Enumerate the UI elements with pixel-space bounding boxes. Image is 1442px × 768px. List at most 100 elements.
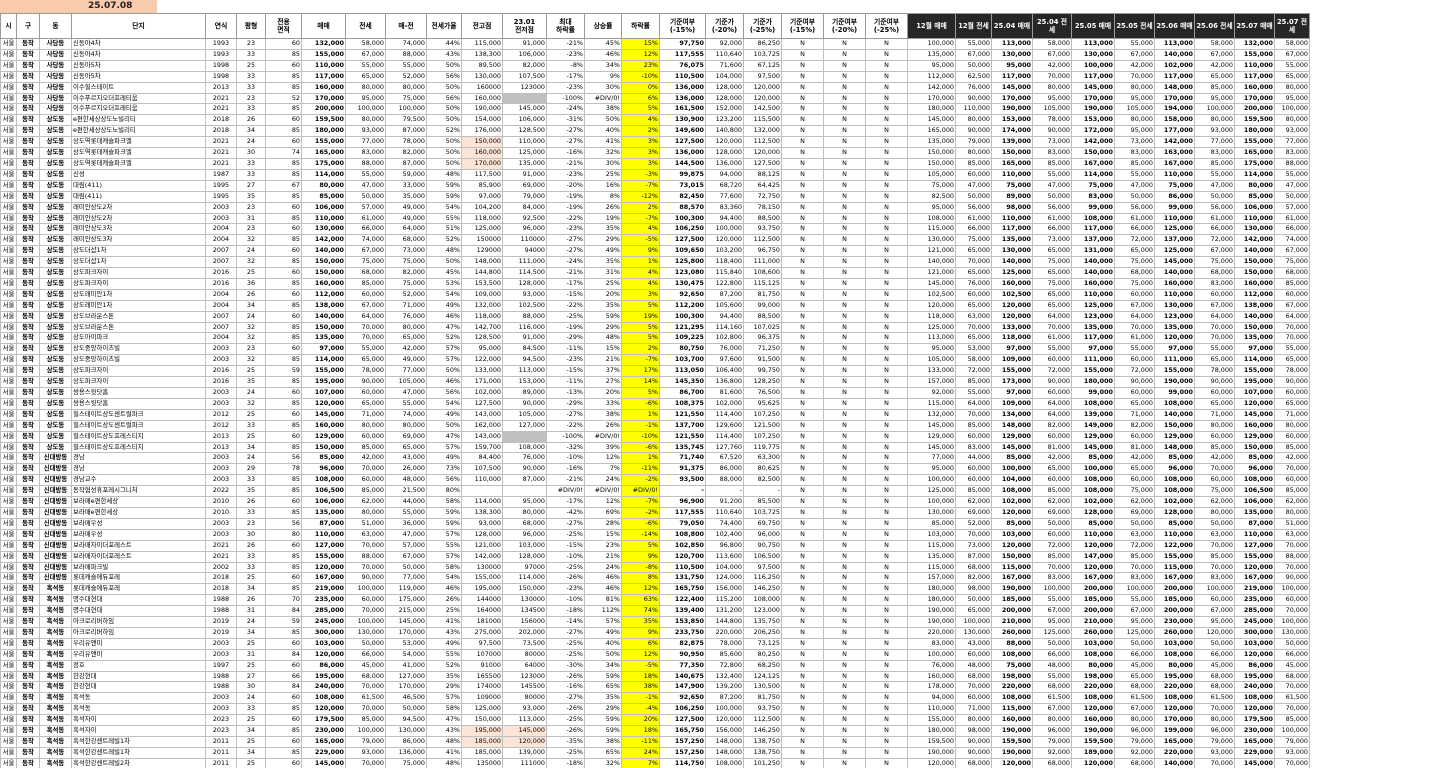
table-cell[interactable]: 128,000: [1154, 506, 1195, 519]
table-cell[interactable]: N: [823, 212, 866, 225]
table-cell[interactable]: 65,000: [955, 267, 992, 279]
table-cell[interactable]: 61,500: [1032, 692, 1072, 705]
table-cell[interactable]: -25%: [546, 310, 585, 323]
table-cell[interactable]: 132,400: [705, 670, 744, 683]
table-cell[interactable]: 57%: [426, 343, 462, 356]
table-cell[interactable]: 80,625: [743, 463, 782, 476]
table-cell[interactable]: 220,000: [1154, 681, 1195, 694]
table-cell[interactable]: 6%: [621, 92, 660, 105]
table-cell[interactable]: 121,550: [659, 430, 706, 443]
table-cell[interactable]: 27: [236, 670, 266, 683]
table-cell[interactable]: 69%: [584, 506, 622, 519]
table-cell[interactable]: 한강현대: [71, 670, 206, 683]
table-cell[interactable]: 124,125: [743, 670, 782, 683]
table-cell[interactable]: 165,000: [301, 736, 346, 748]
table-cell[interactable]: N: [781, 332, 824, 345]
table-cell[interactable]: 서울: [0, 256, 17, 269]
table-cell[interactable]: 84: [265, 605, 302, 618]
table-cell[interactable]: 108,000: [301, 474, 346, 487]
table-cell[interactable]: 70,000: [1194, 561, 1235, 574]
table-cell[interactable]: 사당동: [39, 59, 72, 72]
table-cell[interactable]: 85: [265, 550, 302, 563]
table-cell[interactable]: 140,000: [1071, 267, 1115, 279]
table-cell[interactable]: 힐스테이트상도프레스티지: [71, 430, 206, 443]
table-cell[interactable]: 동작: [16, 147, 40, 159]
table-cell[interactable]: 153,850: [659, 616, 706, 628]
column-header[interactable]: 매매: [301, 13, 346, 39]
table-cell[interactable]: 75,000: [1114, 256, 1155, 269]
table-cell[interactable]: 2012: [205, 408, 237, 421]
table-cell[interactable]: 170,000: [991, 92, 1033, 105]
table-cell[interactable]: 32: [236, 354, 266, 367]
table-cell[interactable]: 112,000: [301, 288, 346, 301]
table-cell[interactable]: N: [865, 681, 908, 694]
table-cell[interactable]: 109,000: [991, 397, 1033, 410]
column-header[interactable]: 기준여부 (-25%): [865, 13, 908, 39]
column-header[interactable]: 기준여부 (-20%): [823, 13, 866, 39]
table-cell[interactable]: 55,000: [345, 59, 386, 72]
table-cell[interactable]: 85,000: [1114, 550, 1155, 563]
table-cell[interactable]: 상도동: [39, 387, 72, 399]
table-cell[interactable]: 서울: [0, 354, 17, 367]
table-cell[interactable]: 103,000: [1071, 637, 1115, 650]
table-cell[interactable]: 108,000: [1071, 474, 1115, 487]
table-cell[interactable]: -26%: [546, 670, 585, 683]
table-cell[interactable]: 79,000: [1274, 736, 1310, 748]
table-cell[interactable]: 2013: [205, 430, 237, 443]
table-cell[interactable]: 31%: [584, 267, 622, 279]
table-cell[interactable]: 85: [265, 125, 302, 138]
table-cell[interactable]: 동작: [16, 223, 40, 236]
table-cell[interactable]: 229,000: [301, 746, 346, 759]
table-cell[interactable]: 100,000: [1194, 583, 1235, 596]
column-header[interactable]: 기준여부 (-15%): [781, 13, 824, 39]
table-cell[interactable]: 33: [236, 70, 266, 83]
table-cell[interactable]: 70,000: [1274, 561, 1310, 574]
table-cell[interactable]: 100,000: [907, 38, 956, 50]
table-cell[interactable]: N: [865, 583, 908, 596]
table-cell[interactable]: 87,000: [301, 517, 346, 530]
table-cell[interactable]: 75,000: [991, 179, 1033, 192]
table-cell[interactable]: 98,000: [955, 583, 992, 596]
table-cell[interactable]: 85,000: [1154, 452, 1195, 465]
table-cell[interactable]: 19%: [621, 310, 660, 323]
table-cell[interactable]: 43,000: [385, 452, 427, 465]
table-cell[interactable]: 165,000: [301, 147, 346, 159]
table-cell[interactable]: 145,000: [991, 81, 1033, 94]
table-cell[interactable]: 202,000: [502, 626, 547, 639]
table-cell[interactable]: N: [823, 103, 866, 116]
table-cell[interactable]: 97,500: [461, 637, 503, 650]
table-cell[interactable]: 56%: [426, 387, 462, 399]
table-cell[interactable]: 91,000: [502, 38, 547, 50]
table-cell[interactable]: 165,000: [1154, 736, 1195, 748]
table-cell[interactable]: 서울: [0, 714, 17, 727]
table-cell[interactable]: 80,000: [955, 714, 992, 727]
table-cell[interactable]: 동작: [16, 38, 40, 50]
table-cell[interactable]: 59: [265, 616, 302, 628]
table-cell[interactable]: 63,000: [1194, 528, 1235, 541]
table-cell[interactable]: 서울: [0, 397, 17, 410]
table-cell[interactable]: 33: [236, 561, 266, 574]
table-cell[interactable]: 60,000: [955, 692, 992, 705]
table-cell[interactable]: 127,000: [1234, 539, 1275, 552]
table-cell[interactable]: 145,000: [991, 441, 1033, 454]
table-cell[interactable]: 155,000: [1234, 136, 1275, 149]
table-cell[interactable]: -26%: [546, 572, 585, 585]
table-cell[interactable]: 보라매e편한세상: [71, 506, 206, 519]
table-cell[interactable]: 160,000: [461, 92, 503, 105]
table-cell[interactable]: 117,000: [1071, 332, 1115, 345]
table-cell[interactable]: 125,000: [991, 267, 1033, 279]
table-cell[interactable]: 87,000: [1234, 517, 1275, 530]
table-cell[interactable]: 서울: [0, 70, 17, 83]
table-cell[interactable]: 59%: [584, 714, 622, 727]
table-cell[interactable]: 서울: [0, 92, 17, 105]
table-cell[interactable]: 110,000: [991, 168, 1033, 181]
table-cell[interactable]: N: [823, 136, 866, 149]
table-cell[interactable]: 상도동: [39, 157, 72, 170]
table-cell[interactable]: 70,000: [345, 605, 386, 618]
table-cell[interactable]: 96,000: [502, 528, 547, 541]
table-cell[interactable]: 동작: [16, 92, 40, 105]
table-cell[interactable]: 50%: [426, 81, 462, 94]
table-cell[interactable]: N: [781, 594, 824, 607]
table-cell[interactable]: [502, 430, 547, 443]
table-cell[interactable]: 보라매파크빌: [71, 561, 206, 574]
